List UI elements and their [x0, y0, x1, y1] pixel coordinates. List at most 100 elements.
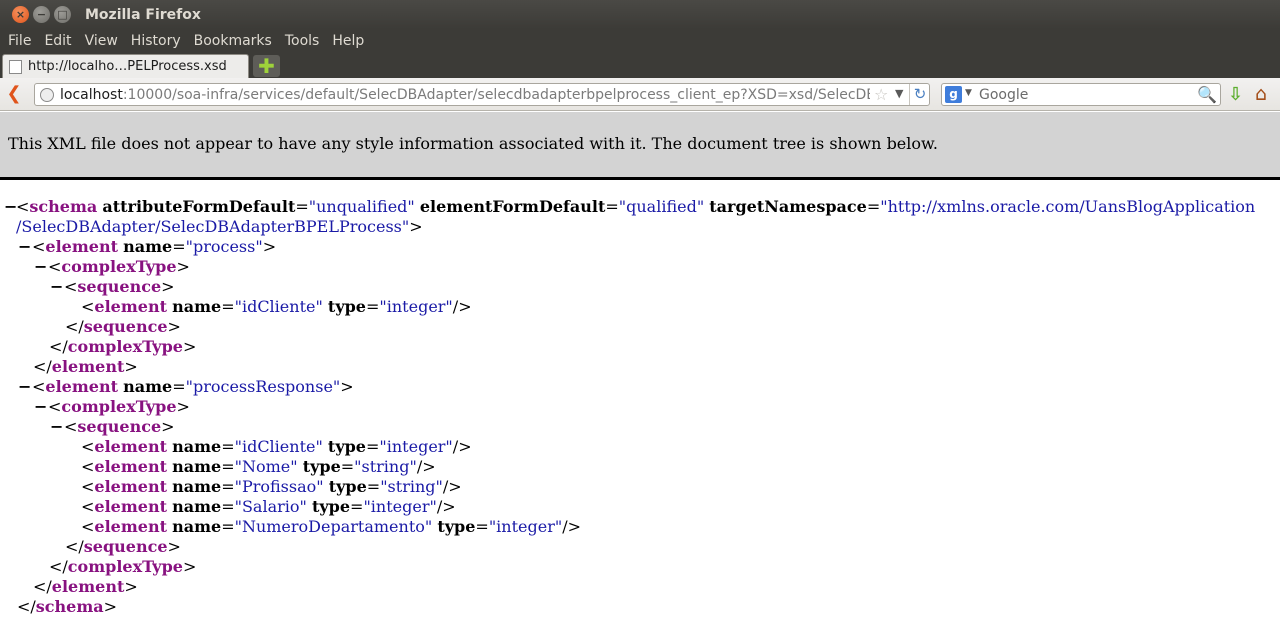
new-tab-button[interactable]: ✚	[253, 55, 280, 77]
xml-line-element-open: − <element name="process">	[18, 237, 277, 256]
tab-xsd-document[interactable]: http://localho…PELProcess.xsd	[2, 54, 249, 78]
xml-tag: complexType	[61, 257, 177, 276]
back-button[interactable]: ❮	[4, 85, 24, 103]
url-bar[interactable]: localhost:10000/soa-infra/services/defau…	[34, 83, 930, 106]
xml-tag: element	[51, 357, 125, 376]
xml-tag: element	[94, 517, 167, 536]
xml-attr-name: type	[327, 297, 366, 316]
collapse-toggle[interactable]: −	[50, 277, 63, 296]
xml-attr-name: type	[437, 517, 476, 536]
xml-attr-value: "processResponse"	[185, 377, 341, 396]
xml-attr-value: "NumeroDepartamento"	[234, 517, 433, 536]
xml-attr-name: name	[172, 477, 222, 496]
site-identity-icon[interactable]	[40, 88, 54, 102]
xml-attr-name: type	[328, 477, 367, 496]
window-close-button[interactable]: ×	[12, 6, 29, 23]
window-minimize-button[interactable]: −	[33, 6, 50, 23]
xml-line-element-open: − <element name="processResponse">	[18, 377, 354, 396]
engine-dropdown-icon[interactable]: ▼	[965, 88, 972, 98]
search-magnifier-icon[interactable]: 🔍	[1197, 85, 1217, 104]
collapse-toggle[interactable]: −	[50, 417, 63, 436]
menu-edit[interactable]: Edit	[39, 33, 76, 49]
close-icon: ×	[15, 8, 26, 21]
download-arrow-icon[interactable]: ⇩	[1228, 84, 1243, 105]
xml-line-element-close: </element>	[33, 577, 138, 596]
xml-attr-value: "integer"	[488, 517, 563, 536]
xml-attr-value: "idCliente"	[234, 437, 323, 456]
xml-attr-name: name	[123, 237, 173, 256]
xml-line-complextype-open: − <complexType>	[34, 257, 190, 276]
xml-tag: complexType	[61, 397, 177, 416]
collapse-toggle[interactable]: −	[34, 397, 47, 416]
xml-tag: element	[45, 377, 118, 396]
xml-line-field: <element name="NumeroDepartamento" type=…	[81, 517, 582, 536]
xml-attr-value: "process"	[185, 237, 263, 256]
url-path: :10000/soa-infra/services/default/SelecD…	[122, 87, 870, 103]
plus-icon: ✚	[258, 54, 275, 78]
xml-attr-value: "integer"	[363, 497, 437, 516]
xml-attr-value: "string"	[354, 457, 417, 476]
search-input[interactable]: Google	[979, 87, 1028, 103]
xml-tag: complexType	[67, 337, 183, 356]
window-title-bar: × − □ Mozilla Firefox	[0, 0, 1280, 29]
xml-attr-name: name	[172, 497, 222, 516]
window-title: Mozilla Firefox	[85, 6, 201, 23]
xml-attr-value: /SelecDBAdapter/SelecDBAdapterBPELProces…	[16, 217, 410, 236]
xml-tag: element	[94, 437, 167, 456]
xml-line-schema-wrap: /SelecDBAdapter/SelecDBAdapterBPELProces…	[16, 217, 423, 236]
xml-tag: complexType	[67, 557, 183, 576]
menu-tools[interactable]: Tools	[280, 33, 325, 49]
url-text[interactable]: localhost:10000/soa-infra/services/defau…	[60, 87, 870, 103]
xml-attr-value: "idCliente"	[234, 297, 323, 316]
home-icon[interactable]: ⌂	[1255, 83, 1267, 105]
xml-attr-value: "integer"	[379, 297, 453, 316]
xml-tag: element	[94, 297, 167, 316]
xml-attr-name: targetNamespace	[709, 197, 867, 216]
xml-tag: element	[94, 477, 167, 496]
xml-tag: sequence	[83, 317, 168, 336]
collapse-toggle[interactable]: −	[34, 257, 47, 276]
menu-file[interactable]: File	[3, 33, 36, 49]
url-history-dropdown-icon[interactable]: ▼	[895, 87, 903, 100]
xml-attr-value: "integer"	[379, 437, 453, 456]
bookmark-star-icon[interactable]: ☆	[874, 85, 888, 104]
xml-line-field: <element name="Salario" type="integer"/>	[81, 497, 456, 516]
menu-view[interactable]: View	[80, 33, 123, 49]
xml-line-field: <element name="Nome" type="string"/>	[81, 457, 436, 476]
menu-bar: File Edit View History Bookmarks Tools H…	[0, 29, 1280, 53]
back-arrow-icon: ❮	[6, 83, 22, 104]
xml-attr-name: type	[302, 457, 341, 476]
xml-attr-name: name	[172, 517, 222, 536]
xml-line-schema-open: − <schema attributeFormDefault="unqualif…	[4, 197, 1256, 216]
search-bar[interactable]: g ▼ Google 🔍	[941, 83, 1221, 106]
xml-attr-name: name	[123, 377, 173, 396]
xml-line-sequence-close: </sequence>	[65, 537, 181, 556]
xml-line-field: <element name="idCliente" type="integer"…	[81, 437, 472, 456]
xml-line-complextype-open: − <complexType>	[34, 397, 190, 416]
tab-title: http://localho…PELProcess.xsd	[28, 59, 227, 74]
xml-line-field: <element name="idCliente" type="integer"…	[81, 297, 472, 316]
xml-attr-value: "qualified"	[618, 197, 705, 216]
xml-line-sequence-close: </sequence>	[65, 317, 181, 336]
reload-button[interactable]: ↻	[909, 84, 930, 105]
url-host: localhost	[60, 87, 123, 103]
xml-line-element-close: </element>	[33, 357, 138, 376]
xml-line-sequence-open: − <sequence>	[50, 277, 175, 296]
navigation-toolbar: ❮ localhost:10000/soa-infra/services/def…	[0, 78, 1280, 111]
collapse-toggle[interactable]: −	[18, 237, 31, 256]
xml-line-field: <element name="Profissao" type="string"/…	[81, 477, 462, 496]
window-maximize-button[interactable]: □	[54, 6, 71, 23]
xml-attr-value: "http://xmlns.oracle.com/UansBlogApplica…	[880, 197, 1256, 216]
menu-help[interactable]: Help	[327, 33, 369, 49]
reload-icon: ↻	[913, 85, 927, 103]
collapse-toggle[interactable]: −	[4, 197, 17, 216]
menu-bookmarks[interactable]: Bookmarks	[189, 33, 277, 49]
xml-attr-value: "unqualified"	[308, 197, 415, 216]
xml-tag: element	[94, 457, 167, 476]
xml-tag: schema	[29, 197, 98, 216]
collapse-toggle[interactable]: −	[18, 377, 31, 396]
xml-attr-value: "Salario"	[234, 497, 307, 516]
xml-attr-value: "Profissao"	[234, 477, 324, 496]
menu-history[interactable]: History	[126, 33, 186, 49]
google-engine-icon[interactable]: g	[945, 86, 962, 103]
